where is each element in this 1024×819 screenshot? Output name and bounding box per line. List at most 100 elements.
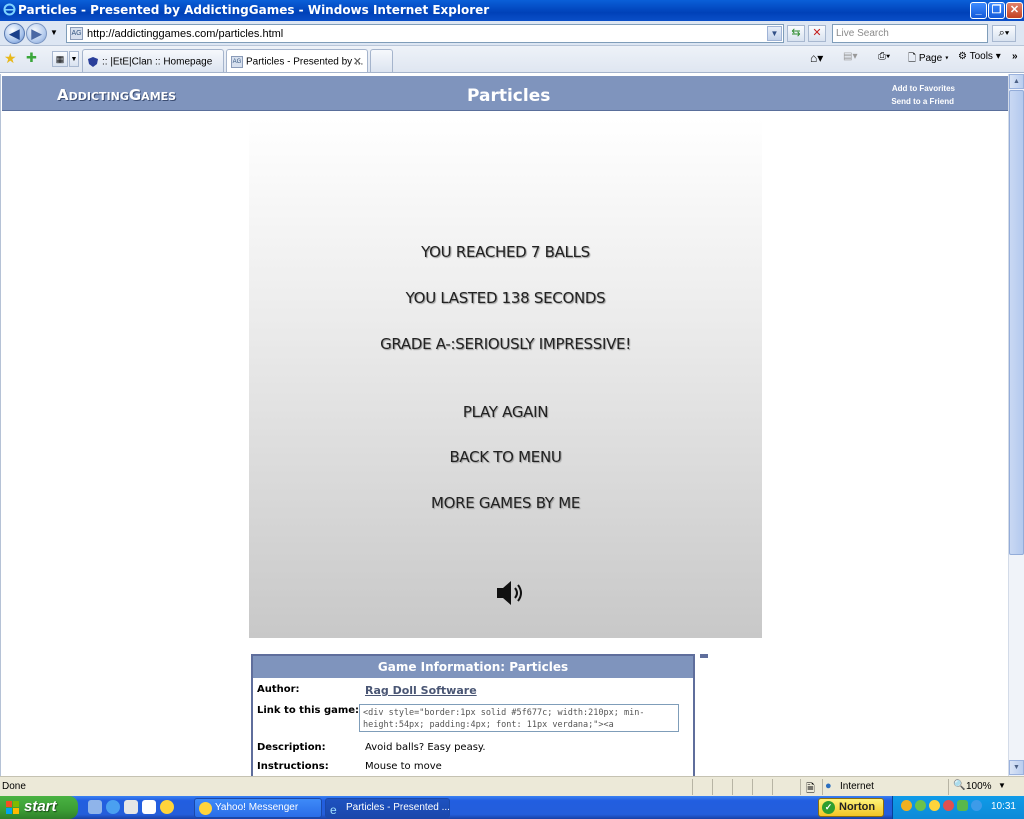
show-desktop-icon[interactable] (142, 800, 156, 814)
tray-icon[interactable] (971, 800, 982, 811)
quicklaunch-icon[interactable] (88, 800, 102, 814)
scrollbar-thumb[interactable] (1009, 90, 1024, 555)
gear-icon: ⚙ (958, 51, 967, 62)
windows-taskbar: start Yahoo! Messenger e Particles - Pre… (0, 796, 1024, 819)
embed-code-field[interactable]: <div style="border:1px solid #5f677c; wi… (359, 704, 679, 732)
smiley-icon (199, 802, 212, 815)
internet-explorer-icon: e (330, 803, 337, 817)
toolbar-overflow-icon[interactable]: » (1012, 51, 1018, 62)
grade-text: GRADE A-:SERIOUSLY IMPRESSIVE! (380, 335, 631, 353)
instructions-value: Mouse to move (365, 761, 442, 772)
messenger-quicklaunch-icon[interactable] (160, 800, 174, 814)
security-zone-label[interactable]: Internet (840, 781, 874, 792)
page-viewport[interactable]: AddictingGames Particles Add to Favorite… (0, 74, 1008, 776)
home-icon[interactable]: ⌂▾ (810, 51, 823, 65)
stop-icon[interactable]: ✕ (808, 25, 826, 42)
norton-label: Norton (839, 801, 876, 813)
description-value: Avoid balls? Easy peasy. (365, 742, 486, 753)
game-info-heading: Game Information: Particles (253, 656, 693, 678)
globe-icon: ● (825, 780, 832, 792)
page-menu[interactable]: 🗋 Page ▾ (908, 51, 949, 68)
site-logo[interactable]: AddictingGames (57, 86, 176, 104)
search-placeholder: Live Search (836, 28, 889, 39)
description-label: Description: (257, 742, 326, 753)
system-tray: 10:31 (892, 796, 1024, 819)
zoom-icon: 🔍 (953, 780, 966, 791)
recent-pages-dropdown-icon[interactable]: ▼ (50, 28, 58, 37)
print-icon[interactable]: ⎙▾ (878, 51, 890, 62)
start-button[interactable]: start (0, 796, 78, 819)
play-again-button[interactable]: PLAY AGAIN (249, 403, 762, 421)
more-games-button[interactable]: MORE GAMES BY ME (249, 494, 762, 512)
back-to-menu-button[interactable]: BACK TO MENU (249, 448, 762, 466)
address-bar[interactable]: AG http://addictinggames.com/particles.h… (66, 24, 784, 43)
instructions-row: Instructions: Mouse to move (257, 761, 687, 772)
taskbar-item-particles[interactable]: e Particles - Presented ... (325, 798, 450, 818)
search-button-icon[interactable]: ⌕▾ (992, 25, 1016, 42)
favorites-star-icon[interactable]: ★ (4, 50, 17, 67)
clock[interactable]: 10:31 (991, 801, 1016, 812)
search-input[interactable]: Live Search (832, 24, 988, 43)
tab-particles[interactable]: AG Particles - Presented by ... ✕ (226, 49, 368, 72)
vertical-scrollbar[interactable]: ▲ ▼ (1008, 74, 1024, 776)
tab-ete-clan[interactable]: :: |EtE|Clan :: Homepage (82, 49, 224, 72)
quick-tabs-icon[interactable]: ▦ (52, 51, 68, 67)
start-label: start (24, 798, 57, 815)
add-to-favorites-link[interactable]: Add to Favorites (892, 84, 955, 93)
window-title-bar[interactable]: Particles - Presented by AddictingGames … (0, 0, 1024, 21)
status-text: Done (2, 781, 26, 792)
windows-logo-icon (6, 801, 19, 814)
feeds-icon[interactable]: ▤▾ (843, 51, 857, 62)
tab-label: Particles - Presented by ... (246, 56, 364, 68)
page-favicon-icon: AG (231, 56, 243, 68)
tray-icon[interactable] (915, 800, 926, 811)
site-header: AddictingGames Particles Add to Favorite… (2, 76, 1008, 111)
close-tab-icon[interactable]: ✕ (353, 55, 362, 68)
add-favorites-icon[interactable]: ✚ (26, 50, 37, 66)
tray-icon[interactable] (901, 800, 912, 811)
collapse-info-button[interactable] (700, 654, 708, 658)
minimize-button[interactable]: _ (970, 2, 987, 19)
link-row: Link to this game: (257, 705, 359, 716)
taskbar-item-label: Yahoo! Messenger (215, 802, 299, 813)
time-lasted-text: YOU LASTED 138 SECONDS (405, 289, 606, 307)
zoom-dropdown-icon[interactable]: ▼ (998, 781, 1006, 790)
address-url[interactable]: http://addictinggames.com/particles.html (87, 28, 283, 40)
taskbar-item-label: Particles - Presented ... (346, 802, 450, 813)
author-label: Author: (257, 684, 300, 695)
shield-icon (88, 57, 98, 67)
back-button[interactable]: ◀ (4, 23, 25, 44)
game-info-panel: Game Information: Particles Author: Rag … (251, 654, 695, 776)
forward-button[interactable]: ▶ (26, 23, 47, 44)
tray-icon[interactable] (943, 800, 954, 811)
quicklaunch-icon[interactable] (124, 800, 138, 814)
description-row: Description: Avoid balls? Easy peasy. (257, 742, 687, 753)
speaker-icon[interactable] (495, 578, 525, 608)
game-canvas[interactable]: YOU REACHED 7 BALLS YOU LASTED 138 SECON… (249, 118, 762, 638)
instructions-label: Instructions: (257, 761, 329, 772)
tray-icon[interactable] (929, 800, 940, 811)
internet-explorer-icon (3, 3, 16, 16)
new-tab-button[interactable] (370, 49, 393, 72)
page-menu-label: Page (918, 53, 943, 64)
refresh-icon[interactable]: ⇆ (787, 25, 805, 42)
page-favicon-icon: AG (70, 27, 83, 40)
scroll-down-arrow-icon[interactable]: ▼ (1009, 760, 1024, 775)
tools-menu[interactable]: ⚙ Tools ▾ (958, 51, 1001, 62)
scroll-up-arrow-icon[interactable]: ▲ (1009, 74, 1024, 89)
ie-quicklaunch-icon[interactable] (106, 800, 120, 814)
taskbar-item-yahoo[interactable]: Yahoo! Messenger (194, 798, 322, 818)
send-to-friend-link[interactable]: Send to a Friend (891, 97, 954, 106)
close-window-button[interactable]: ✕ (1006, 2, 1023, 19)
norton-button[interactable]: ✓ Norton (818, 798, 884, 817)
restore-button[interactable]: ❐ (988, 2, 1005, 19)
window-title: Particles - Presented by AddictingGames … (18, 3, 490, 17)
checkmark-icon: ✓ (822, 801, 835, 814)
address-dropdown-icon[interactable]: ▼ (767, 26, 782, 41)
zoom-level[interactable]: 100% (966, 781, 992, 792)
link-label: Link to this game: (257, 705, 360, 716)
status-bar: Done 🗎 ● Internet 🔍 100% ▼ (0, 776, 1024, 796)
tab-list-dropdown-icon[interactable]: ▼ (69, 51, 79, 67)
author-link[interactable]: Rag Doll Software (365, 684, 477, 697)
tray-icon[interactable] (957, 800, 968, 811)
